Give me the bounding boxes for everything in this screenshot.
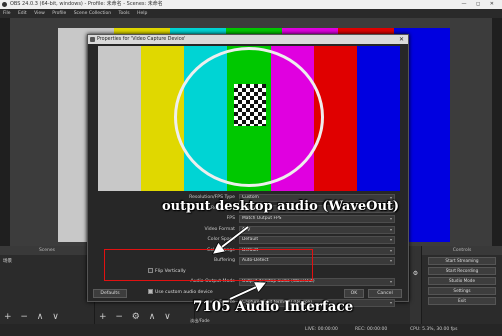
annotation-arrows [0,225,502,301]
annotation-output-desktop-audio: output desktop audio (WaveOut) [162,199,400,214]
annotation-audio-interface: 7105 Audio Interface [193,299,354,315]
arrow-to-audio-device [229,283,265,300]
arrow-to-audio-output-mode [214,226,249,253]
